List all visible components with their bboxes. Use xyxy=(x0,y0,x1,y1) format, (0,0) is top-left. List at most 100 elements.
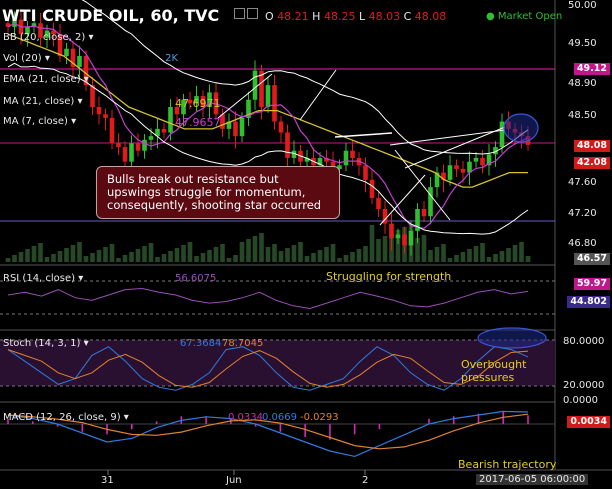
annotation-line-3: consequently, shooting star occurred xyxy=(107,198,322,212)
chevron-down-icon[interactable]: ▾ xyxy=(84,338,89,349)
candle-body xyxy=(389,223,394,239)
legend-rsi[interactable]: RSI (14, close) ▾ xyxy=(3,273,83,284)
chevron-down-icon[interactable]: ▾ xyxy=(77,96,82,107)
high-label: H xyxy=(312,10,321,23)
volume-bar xyxy=(454,255,459,262)
volume-bar xyxy=(233,255,238,262)
legend-ma7-label: MA (7, close) xyxy=(3,116,68,127)
volume-bar xyxy=(64,248,69,262)
macd-tag: 0.0034 xyxy=(567,416,610,428)
volume-bar xyxy=(525,256,531,262)
market-status: ● Market Open xyxy=(486,11,562,22)
annotation-box: Bulls break out resistance but upswings … xyxy=(96,166,340,219)
candle-body xyxy=(395,234,401,239)
candle-body xyxy=(265,85,271,107)
volume-bar xyxy=(350,252,355,262)
legend-macd[interactable]: MACD (12, 26, close, 9) ▾ xyxy=(3,412,129,423)
legend-vol[interactable]: Vol (20) ▾ 2K xyxy=(3,53,178,64)
settings-icon[interactable] xyxy=(234,8,245,19)
chevron-down-icon[interactable]: ▾ xyxy=(45,53,50,64)
open-value: 48.21 xyxy=(277,10,309,23)
header-icons[interactable] xyxy=(232,8,258,20)
ohlc-values: O 48.21 H 48.25 L 48.03 C 48.08 xyxy=(265,10,446,23)
rsi-tag-2: 44.802 xyxy=(567,296,610,308)
legend-bb[interactable]: BB (20, close, 2) ▾ xyxy=(3,32,93,43)
volume-bar xyxy=(317,250,323,262)
price-tick: 46.80 xyxy=(568,238,597,249)
candle-body xyxy=(454,165,459,169)
close-value: 48.08 xyxy=(414,10,447,23)
volume-bar xyxy=(447,258,453,262)
chevron-down-icon[interactable]: ▾ xyxy=(124,412,129,423)
volume-bar xyxy=(168,251,173,262)
legend-stoch[interactable]: Stoch (14, 3, 1) ▾ xyxy=(3,338,89,349)
candle-body xyxy=(369,179,375,199)
chevron-down-icon[interactable]: ▾ xyxy=(78,273,83,284)
volume-bar xyxy=(239,242,245,262)
volume-bar xyxy=(265,247,271,262)
time-label: 31 xyxy=(101,475,114,486)
legend-stoch-label: Stoch (14, 3, 1) xyxy=(3,338,81,349)
price-tick: 50.00 xyxy=(568,0,597,11)
volume-bar xyxy=(103,247,108,262)
volume-bar xyxy=(473,246,479,262)
legend-macd-label: MACD (12, 26, close, 9) xyxy=(3,412,121,423)
legend-ma7[interactable]: MA (7, close) ▾ xyxy=(3,116,76,127)
legend-ma21[interactable]: MA (21, close) ▾ xyxy=(3,96,83,107)
rsi-value: 56.6075 xyxy=(175,273,217,284)
eye-icon[interactable] xyxy=(247,8,258,19)
volume-bar xyxy=(246,239,251,262)
volume-bar xyxy=(200,253,206,262)
chevron-down-icon[interactable]: ▾ xyxy=(84,74,89,85)
price-tag-low: 46.57 xyxy=(573,253,610,265)
candle-body xyxy=(252,70,258,100)
time-label: Jun xyxy=(226,475,242,486)
volume-bar xyxy=(291,245,297,262)
trend-arrow-1 xyxy=(217,73,273,119)
volume-bar xyxy=(31,246,37,262)
volume-bar xyxy=(213,247,219,262)
legend-ema-label: EMA (21, close) xyxy=(3,74,81,85)
volume-bar xyxy=(194,256,199,262)
volume-bar xyxy=(311,253,316,262)
volume-bars xyxy=(5,224,531,262)
candle-body xyxy=(285,132,290,158)
chevron-down-icon[interactable]: ▾ xyxy=(71,116,76,127)
candle-body xyxy=(363,165,368,180)
volume-bar xyxy=(83,256,89,262)
chevron-down-icon[interactable]: ▾ xyxy=(88,32,93,43)
candle-body xyxy=(421,209,427,217)
stoch-annotation: Overbought pressures xyxy=(461,358,526,384)
price-tick: 47.20 xyxy=(568,208,597,219)
volume-bar xyxy=(506,248,511,262)
price-tick: 49.50 xyxy=(568,38,597,49)
candle-body xyxy=(109,117,115,144)
market-status-label: Market Open xyxy=(497,11,563,22)
price-tick: 48.50 xyxy=(568,110,597,121)
volume-bar xyxy=(259,233,264,262)
status-dot-icon: ● xyxy=(486,11,495,22)
volume-bar xyxy=(109,244,115,262)
candle-body xyxy=(135,143,141,151)
volume-bar xyxy=(252,236,258,262)
macd-value-2: 0.0669 xyxy=(262,412,297,423)
rsi-annotation: Struggling for strength xyxy=(326,270,452,283)
legend-ma21-label: MA (21, close) xyxy=(3,96,75,107)
candle-body xyxy=(473,158,479,162)
volume-bar xyxy=(356,249,362,262)
legend-ema[interactable]: EMA (21, close) ▾ xyxy=(3,74,89,85)
time-label: 2 xyxy=(362,475,369,486)
volume-bar xyxy=(278,251,284,262)
stoch-k-value: 67.3684 xyxy=(180,338,222,349)
shooting-star-highlight xyxy=(503,113,539,143)
candle-body xyxy=(376,198,381,209)
stoch-tick: 80.0000 xyxy=(563,336,605,347)
candle-body xyxy=(447,165,453,180)
low-label: L xyxy=(358,10,366,23)
volume-bar xyxy=(12,255,17,262)
stoch-annotation-line-2: pressures xyxy=(461,371,515,384)
volume-bar xyxy=(285,248,290,262)
volume-bar xyxy=(122,255,128,262)
volume-bar xyxy=(343,255,349,262)
high-value: 48.25 xyxy=(323,10,356,23)
